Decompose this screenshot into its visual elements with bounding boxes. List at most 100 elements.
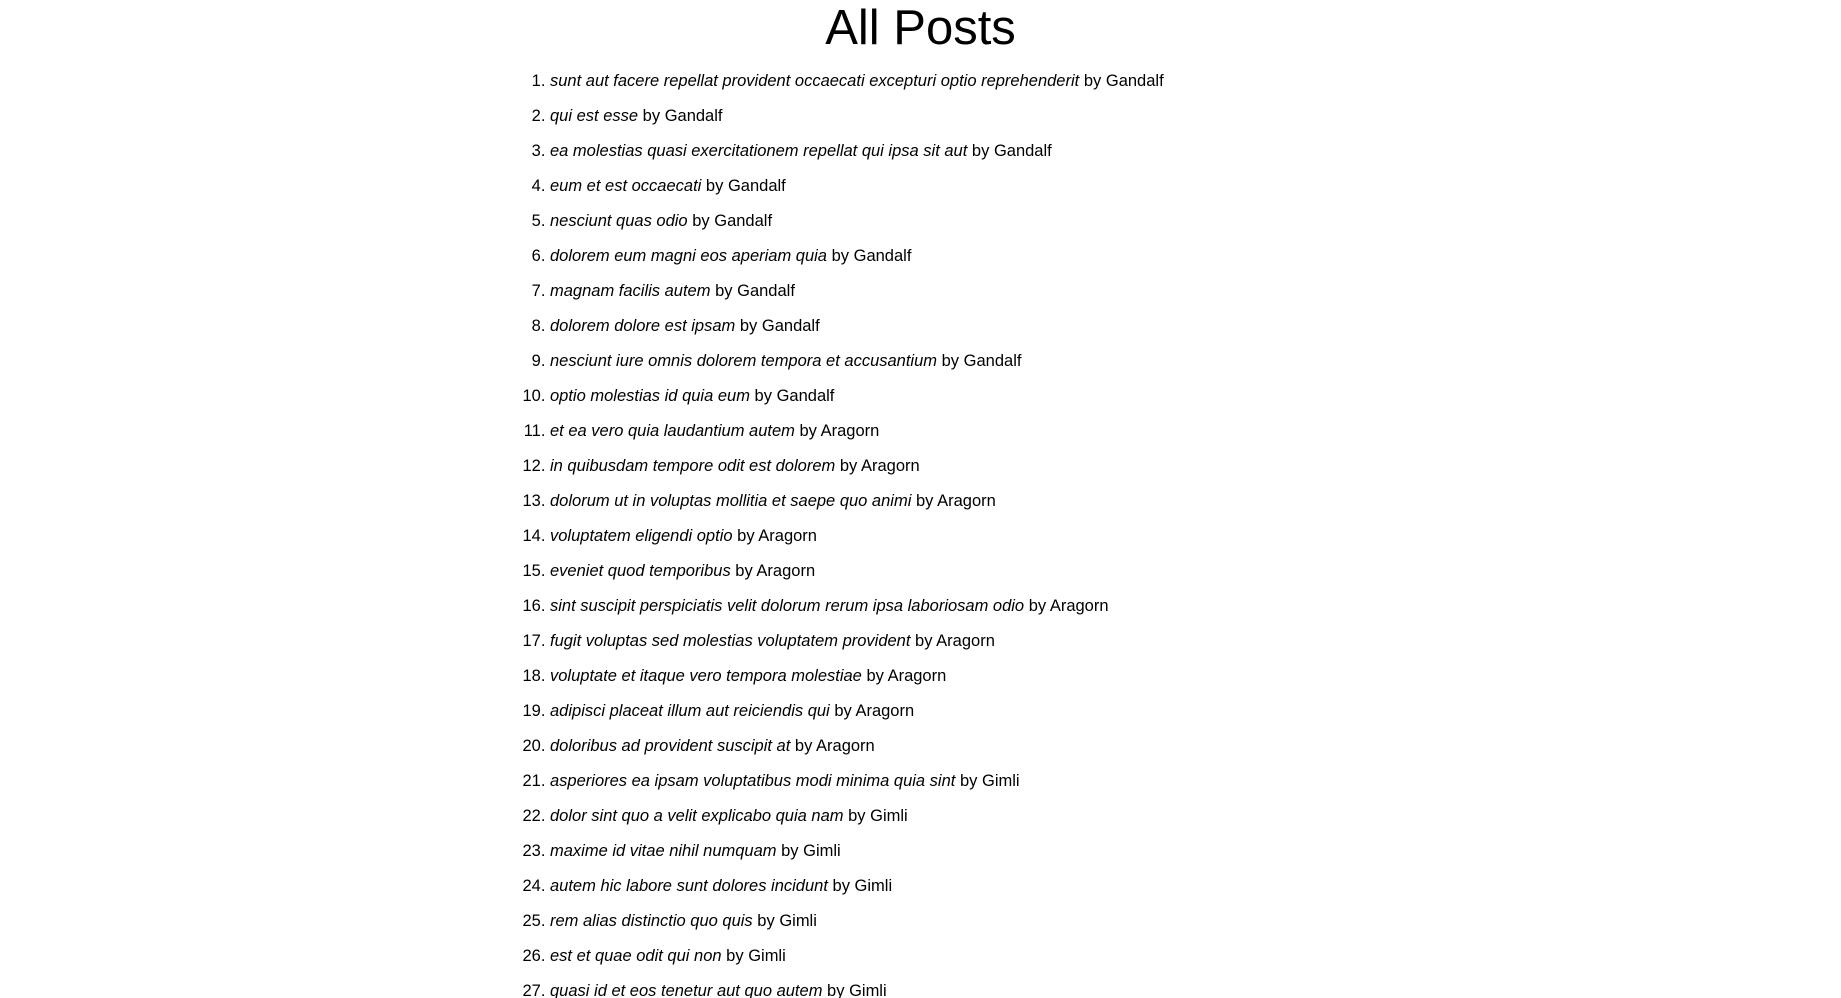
post-by-label: by <box>705 177 724 195</box>
post-by-label: by <box>754 387 772 405</box>
post-by-label: by <box>781 842 799 860</box>
post-title: adipisci placeat illum aut reiciendis qu… <box>550 702 830 720</box>
post-title: in quibusdam tempore odit est dolorem <box>550 457 836 475</box>
post-by-label: by <box>839 457 858 475</box>
post-title: magnam facilis autem <box>550 282 711 300</box>
post-by-label: by <box>757 912 775 930</box>
post-title: dolorem eum magni eos aperiam quia <box>550 247 827 265</box>
post-list-item: sint suscipit perspiciatis velit dolorum… <box>550 591 1841 626</box>
post-list-item: rem alias distinctio quo quis by Gimli <box>550 906 1841 941</box>
post-list-item: nesciunt iure omnis dolorem tempora et a… <box>550 346 1841 381</box>
post-by-label: by <box>959 772 978 790</box>
post-list-item: dolorem eum magni eos aperiam quia by Ga… <box>550 241 1841 276</box>
post-author: Gandalf <box>727 177 786 195</box>
post-title: fugit voluptas sed molestias voluptatem … <box>550 632 911 650</box>
post-list-item: asperiores ea ipsam voluptatibus modi mi… <box>550 766 1841 801</box>
post-author: Gandalf <box>853 247 912 265</box>
post-by-label: by <box>642 107 661 125</box>
post-by-label: by <box>834 702 852 720</box>
post-list-item: doloribus ad provident suscipit at by Ar… <box>550 731 1841 766</box>
post-author: Aragorn <box>936 632 995 650</box>
post-author: Aragorn <box>820 422 880 440</box>
post-author: Gandalf <box>737 282 795 300</box>
post-by-label: by <box>799 422 817 440</box>
post-author: Gimli <box>849 982 887 998</box>
post-list-item: optio molestias id quia eum by Gandalf <box>550 381 1841 416</box>
post-author: Gimli <box>748 947 786 965</box>
post-title: maxime id vitae nihil numquam <box>550 842 777 860</box>
post-author: Aragorn <box>756 562 816 580</box>
post-title: rem alias distinctio quo quis <box>550 912 753 930</box>
post-by-label: by <box>735 562 753 580</box>
post-list-item: in quibusdam tempore odit est dolorem by… <box>550 451 1841 486</box>
post-title: et ea vero quia laudantium autem <box>550 422 795 440</box>
post-by-label: by <box>737 527 755 545</box>
post-by-label: by <box>915 492 934 510</box>
post-by-label: by <box>827 982 845 998</box>
post-title: sint suscipit perspiciatis velit dolorum… <box>550 597 1025 615</box>
post-list-item: fugit voluptas sed molestias voluptatem … <box>550 626 1841 661</box>
post-by-label: by <box>915 632 933 650</box>
post-list-item: dolorem dolore est ipsam by Gandalf <box>550 311 1841 346</box>
post-title: autem hic labore sunt dolores incidunt <box>550 877 828 895</box>
post-by-label: by <box>692 212 710 230</box>
post-list-item: ea molestias quasi exercitationem repell… <box>550 136 1841 171</box>
post-title: nesciunt quas odio <box>550 212 688 230</box>
post-title: eveniet quod temporibus <box>550 562 731 580</box>
post-author: Aragorn <box>937 492 996 510</box>
post-title: est et quae odit qui non <box>550 947 722 965</box>
post-title: dolor sint quo a velit explicabo quia na… <box>550 807 844 825</box>
post-title: ea molestias quasi exercitationem repell… <box>550 142 968 160</box>
post-list-item: est et quae odit qui non by Gimli <box>550 941 1841 976</box>
post-author: Gimli <box>870 807 908 825</box>
post-title: dolorem dolore est ipsam <box>550 317 736 335</box>
post-author: Aragorn <box>855 702 915 720</box>
post-by-label: by <box>866 667 884 685</box>
post-author: Gandalf <box>963 352 1022 370</box>
post-list-item: dolorum ut in voluptas mollitia et saepe… <box>550 486 1841 521</box>
post-title: optio molestias id quia eum <box>550 387 750 405</box>
post-by-label: by <box>715 282 733 300</box>
post-by-label: by <box>726 947 744 965</box>
post-author: Aragorn <box>816 737 875 755</box>
post-title: quasi id et eos tenetur aut quo autem <box>550 982 823 998</box>
post-list-item: dolor sint quo a velit explicabo quia na… <box>550 801 1841 836</box>
post-title: voluptatem eligendi optio <box>550 527 733 545</box>
post-list-item: et ea vero quia laudantium autem by Arag… <box>550 416 1841 451</box>
post-author: Aragorn <box>887 667 947 685</box>
post-by-label: by <box>1028 597 1047 615</box>
post-author: Aragorn <box>758 527 817 545</box>
post-title: doloribus ad provident suscipit at <box>550 737 791 755</box>
post-author: Aragorn <box>1049 597 1109 615</box>
post-title: eum et est occaecati <box>550 177 702 195</box>
post-by-label: by <box>1083 72 1102 90</box>
post-list-item: eum et est occaecati by Gandalf <box>550 171 1841 206</box>
post-list-item: magnam facilis autem by Gandalf <box>550 276 1841 311</box>
post-author: Gandalf <box>714 212 773 230</box>
post-title: qui est esse <box>550 107 639 125</box>
post-author: Gandalf <box>1105 72 1164 90</box>
posts-page: All Posts sunt aut facere repellat provi… <box>0 0 1841 998</box>
post-by-label: by <box>848 807 866 825</box>
post-author: Gimli <box>982 772 1020 790</box>
post-list-item: quasi id et eos tenetur aut quo autem by… <box>550 976 1841 998</box>
post-author: Gimli <box>779 912 817 930</box>
post-author: Gandalf <box>776 387 835 405</box>
post-list-item: autem hic labore sunt dolores incidunt b… <box>550 871 1841 906</box>
post-title: voluptate et itaque vero tempora molesti… <box>550 667 862 685</box>
post-author: Gandalf <box>664 107 723 125</box>
post-title: dolorum ut in voluptas mollitia et saepe… <box>550 492 912 510</box>
post-author: Gimli <box>803 842 841 860</box>
post-list-item: voluptate et itaque vero tempora molesti… <box>550 661 1841 696</box>
page-title: All Posts <box>825 1 1016 55</box>
posts-list: sunt aut facere repellat provident occae… <box>0 66 1841 998</box>
post-list-item: sunt aut facere repellat provident occae… <box>550 66 1841 101</box>
post-author: Gandalf <box>993 142 1052 160</box>
post-by-label: by <box>831 247 850 265</box>
post-author: Gimli <box>854 877 893 895</box>
post-list-item: eveniet quod temporibus by Aragorn <box>550 556 1841 591</box>
post-by-label: by <box>941 352 960 370</box>
post-author: Gandalf <box>761 317 820 335</box>
post-by-label: by <box>739 317 758 335</box>
post-by-label: by <box>794 737 813 755</box>
